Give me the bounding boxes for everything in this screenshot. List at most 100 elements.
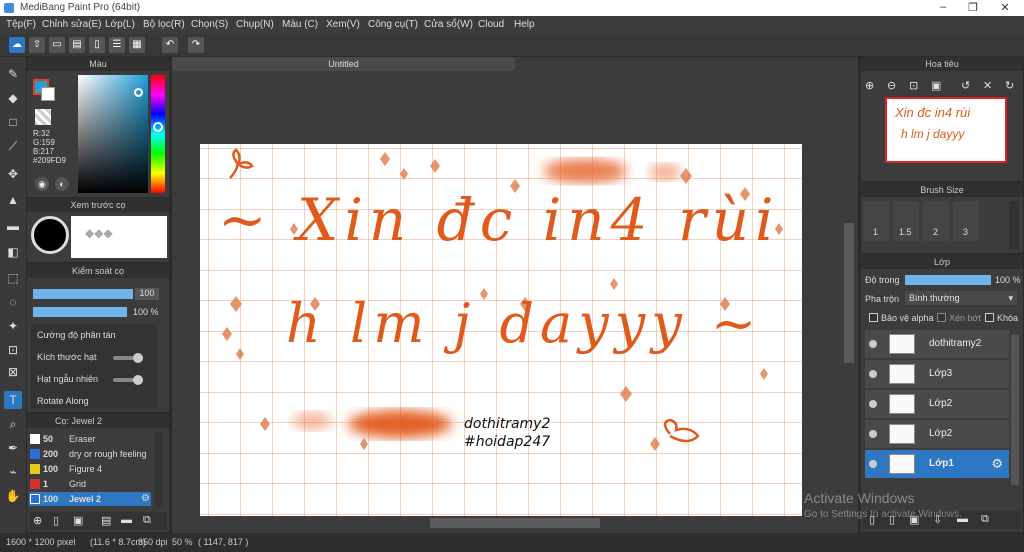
- transparent-swatch[interactable]: [35, 109, 51, 125]
- brush-color-swatch: [30, 494, 40, 504]
- navigator-thumbnail[interactable]: Xin đc in4 rùi h lm j dayyy: [885, 97, 1007, 163]
- document-tab[interactable]: Untitled: [172, 57, 515, 71]
- move-tool-icon[interactable]: ✥: [4, 165, 22, 183]
- menu-help[interactable]: Help: [514, 19, 535, 30]
- hue-slider[interactable]: [151, 75, 165, 193]
- maximize-button[interactable]: ❐: [958, 1, 988, 15]
- layer-opacity-slider[interactable]: [905, 275, 991, 285]
- canvas-vscroll[interactable]: [844, 223, 854, 363]
- brush-size-scrollbar[interactable]: [1009, 201, 1019, 249]
- rectangle-tool-icon[interactable]: □: [4, 113, 22, 131]
- menu-cloud[interactable]: Cloud: [478, 19, 504, 30]
- brush-size-option[interactable]: 2: [923, 201, 949, 241]
- menu-window[interactable]: Cửa sổ(W): [424, 19, 473, 30]
- eraser-tool-icon[interactable]: ◆: [4, 89, 22, 107]
- palette-icon[interactable]: ◉: [35, 177, 49, 191]
- close-button[interactable]: ✕: [990, 1, 1020, 15]
- add-brush-icon[interactable]: ⊕: [33, 514, 42, 527]
- color-wheel-icon[interactable]: ◐: [55, 177, 69, 191]
- eye-icon[interactable]: [869, 400, 877, 408]
- layer-scrollbar[interactable]: [1011, 335, 1019, 485]
- brush-size-option[interactable]: 1: [863, 201, 889, 241]
- cloud-icon[interactable]: ☁: [9, 37, 25, 53]
- eyedropper-icon[interactable]: ✒: [4, 439, 22, 457]
- layer-name: dothitramy2: [929, 338, 982, 349]
- blend-mode-select[interactable]: Bình thường ▾: [905, 291, 1017, 305]
- actual-size-icon[interactable]: ▣: [931, 79, 941, 92]
- brush-row-selected[interactable]: 100 Jewel 2 ⚙: [29, 492, 151, 506]
- eye-icon[interactable]: [869, 340, 877, 348]
- layer-settings-icon[interactable]: ⚙: [991, 456, 1003, 472]
- layer-copy-icon[interactable]: ⧉: [981, 513, 989, 526]
- new-brush-icon[interactable]: ▯: [53, 514, 59, 527]
- text-tool-icon[interactable]: T: [4, 391, 22, 409]
- brush-opacity-slider[interactable]: [33, 307, 127, 317]
- minimize-button[interactable]: –: [928, 1, 958, 15]
- menu-capture[interactable]: Chụp(N): [236, 19, 274, 30]
- random-particle-slider[interactable]: [113, 375, 143, 385]
- grid-icon[interactable]: ▦: [129, 37, 145, 53]
- canvas-hscroll[interactable]: [430, 518, 600, 528]
- sv-picker-cursor[interactable]: [134, 88, 143, 97]
- select-rect-icon[interactable]: ⬚: [4, 269, 22, 287]
- menu-select[interactable]: Chọn(S): [191, 19, 228, 30]
- brush-settings2-icon[interactable]: ▣: [73, 514, 83, 527]
- fill-bucket-icon[interactable]: ◧: [4, 243, 22, 261]
- menu-color[interactable]: Màu (C): [282, 19, 318, 30]
- undo-icon[interactable]: ↶: [162, 37, 178, 53]
- rotate-left-icon[interactable]: ↺: [961, 79, 970, 92]
- fill-tool-icon[interactable]: ▲: [4, 191, 22, 209]
- brush-list-icon[interactable]: ▤: [101, 514, 111, 527]
- clipping-checkbox[interactable]: [937, 313, 946, 322]
- menu-layer[interactable]: Lớp(L): [105, 19, 135, 30]
- layer-row[interactable]: Lớp3: [865, 360, 1009, 388]
- hand-tool-icon[interactable]: ✋: [4, 487, 22, 505]
- preset-icon[interactable]: ▤: [69, 37, 85, 53]
- layer-row[interactable]: Lớp2: [865, 420, 1009, 448]
- operation-tool-icon[interactable]: ⌕: [4, 415, 22, 433]
- line-tool-icon[interactable]: ⟋: [4, 137, 22, 155]
- brush-size-slider[interactable]: [33, 289, 133, 299]
- layer-row[interactable]: Lớp2: [865, 390, 1009, 418]
- layer-row-selected[interactable]: Lớp1 ⚙: [865, 450, 1009, 478]
- alpha-protect-checkbox[interactable]: [869, 313, 878, 322]
- gradient-tool-icon[interactable]: ▬: [4, 217, 22, 235]
- zoom-out-icon[interactable]: ⊖: [887, 79, 896, 92]
- eye-icon[interactable]: [869, 370, 877, 378]
- layer-row[interactable]: dothitramy2: [865, 330, 1009, 358]
- menu-tools[interactable]: Công cụ(T): [368, 19, 418, 30]
- redo-icon[interactable]: ↷: [188, 37, 204, 53]
- menu-edit[interactable]: Chỉnh sửa(E): [42, 19, 102, 30]
- magic-wand-icon[interactable]: ✦: [4, 317, 22, 335]
- rotate-right-icon[interactable]: ↻: [1005, 79, 1014, 92]
- eye-icon[interactable]: [869, 460, 877, 468]
- brush-folder-icon[interactable]: ▬: [121, 514, 132, 526]
- fit-icon[interactable]: ⊡: [909, 79, 918, 92]
- dropper2-icon[interactable]: ⌁: [4, 463, 22, 481]
- brush-copy-icon[interactable]: ⧉: [143, 514, 151, 527]
- lasso-icon[interactable]: ◌: [4, 293, 22, 311]
- drawing-canvas[interactable]: ~ Xin đc in4 rùi h lm j dayyy ~ dothitra…: [200, 144, 802, 516]
- secondary-color-swatch[interactable]: [41, 87, 55, 101]
- select-pen-icon[interactable]: ⊡: [4, 341, 22, 359]
- eye-icon[interactable]: [869, 430, 877, 438]
- brush-tool-icon[interactable]: ✎: [4, 65, 22, 83]
- brush-size-option[interactable]: 1.5: [893, 201, 919, 241]
- flip-icon[interactable]: ✕: [983, 79, 992, 92]
- zoom-in-icon[interactable]: ⊕: [865, 79, 874, 92]
- page-icon[interactable]: ▯: [89, 37, 105, 53]
- brush-list-scrollbar[interactable]: [155, 432, 163, 508]
- comment-icon[interactable]: ▭: [49, 37, 65, 53]
- list-icon[interactable]: ☰: [109, 37, 125, 53]
- menu-file[interactable]: Tệp(F): [6, 19, 36, 30]
- menu-filter[interactable]: Bộ lọc(R): [143, 19, 185, 30]
- particle-size-slider[interactable]: [113, 353, 143, 363]
- hue-slider-handle[interactable]: [153, 122, 163, 132]
- share-icon[interactable]: ⇧: [29, 37, 45, 53]
- select-eraser-icon[interactable]: ⊠: [4, 363, 22, 381]
- lock-checkbox[interactable]: [985, 313, 994, 322]
- menu-view[interactable]: Xem(V): [326, 19, 360, 30]
- brush-size-option[interactable]: 3: [953, 201, 979, 241]
- brush-size-value[interactable]: 100: [135, 288, 159, 300]
- brush-settings-icon[interactable]: ⚙: [141, 493, 150, 504]
